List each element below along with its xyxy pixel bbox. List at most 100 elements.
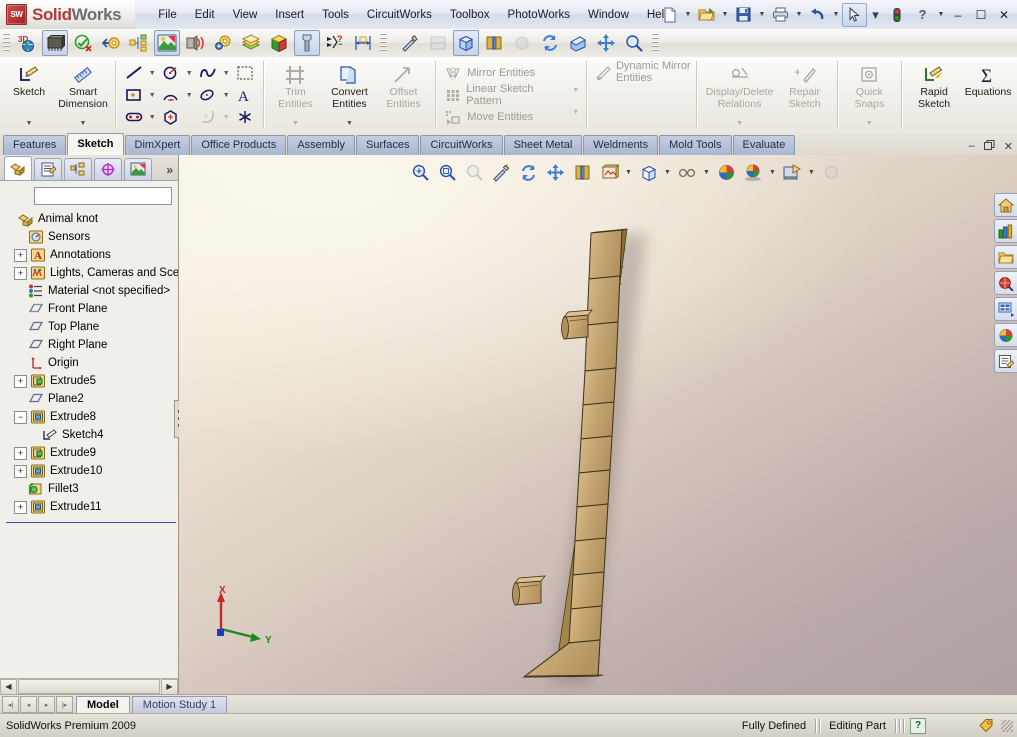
select-wand-icon[interactable] — [397, 30, 423, 56]
print-button[interactable] — [768, 3, 793, 27]
text-icon[interactable]: A — [232, 84, 258, 107]
toolbar-grip[interactable] — [3, 33, 10, 53]
file-explorer-button[interactable] — [993, 245, 1017, 269]
tree-item-animal-knot[interactable]: Animal knot — [4, 210, 178, 228]
expand-annotations-button[interactable]: + — [14, 248, 27, 262]
configuration-manager-tab[interactable] — [64, 158, 92, 180]
tab-features[interactable]: Features — [3, 135, 67, 155]
tree-item-top-plane[interactable]: Top Plane — [4, 318, 178, 336]
rotate-view-icon[interactable] — [537, 30, 563, 56]
smart-dimension-button[interactable]: Smart Dimension ▼ — [56, 57, 110, 133]
expand-extrude10-button[interactable]: + — [14, 464, 27, 478]
menu-toolbox[interactable]: Toolbox — [441, 5, 499, 25]
motion-gear-icon[interactable] — [210, 30, 236, 56]
animal-knot-model[interactable]: X Y — [179, 155, 1017, 694]
tree-item-extrude5[interactable]: + Extrude5 — [4, 372, 178, 390]
toolbar-grip-3[interactable] — [652, 33, 659, 53]
scroll-right-button[interactable]: ▶ — [161, 678, 178, 695]
smart-dimension-dropdown-icon[interactable]: ▼ — [80, 118, 87, 133]
undo-dropdown-icon[interactable]: ▼ — [831, 4, 841, 26]
search-button[interactable] — [993, 271, 1017, 295]
open-document-dropdown-icon[interactable]: ▼ — [720, 4, 730, 26]
previous-tab-button[interactable]: ◂ — [20, 696, 37, 713]
render-cube-icon[interactable] — [266, 30, 292, 56]
tab-assembly[interactable]: Assembly — [287, 135, 356, 155]
tree-item-right-plane[interactable]: Right Plane — [4, 336, 178, 354]
feature-tree-tab[interactable] — [4, 156, 32, 180]
save-button[interactable] — [731, 3, 756, 27]
document-restore-button[interactable] — [983, 140, 995, 153]
tab-evaluate[interactable]: Evaluate — [732, 135, 796, 155]
collapse-extrude8-button[interactable]: − — [14, 410, 27, 424]
rectangle-icon[interactable] — [121, 84, 147, 107]
offset-entities-button[interactable]: Offset Entities — [376, 57, 430, 133]
line-icon[interactable] — [121, 62, 147, 85]
menu-window[interactable]: Window — [579, 5, 638, 25]
display-delete-relations-dropdown-icon[interactable]: ▼ — [736, 118, 743, 133]
feature-manager-more-chevron[interactable]: » — [166, 163, 173, 180]
resize-grip[interactable] — [1001, 719, 1013, 732]
ellipse-dropdown-icon[interactable]: ▼ — [221, 85, 232, 106]
tab-circuitworks[interactable]: CircuitWorks — [420, 135, 503, 155]
spline-icon[interactable] — [195, 62, 221, 85]
menu-view[interactable]: View — [224, 5, 267, 25]
help-dropdown-icon[interactable]: ▼ — [936, 4, 946, 26]
polygon-icon[interactable] — [158, 106, 184, 129]
arc-dropdown-icon[interactable]: ▼ — [184, 85, 195, 106]
sketch-dropdown-icon[interactable]: ▼ — [26, 118, 33, 133]
equations-button[interactable]: Σ Equations — [961, 57, 1015, 133]
new-document-dropdown-icon[interactable]: ▼ — [683, 4, 693, 26]
tab-mold-tools[interactable]: Mold Tools — [659, 135, 732, 155]
pan-icon[interactable] — [593, 30, 619, 56]
tree-item-extrude11[interactable]: + Extrude11 — [4, 498, 178, 516]
spline-dropdown-icon[interactable]: ▼ — [221, 63, 232, 84]
appearances-scenes-button[interactable] — [993, 323, 1017, 347]
save-dropdown-icon[interactable]: ▼ — [757, 4, 767, 26]
repair-sketch-button[interactable]: + Repair Sketch — [778, 57, 832, 133]
linear-sketch-pattern-button[interactable]: Linear Sketch Pattern — [441, 83, 566, 107]
trim-entities-dropdown-icon[interactable]: ▼ — [292, 118, 299, 133]
layers-icon[interactable] — [238, 30, 264, 56]
shaded-part-icon[interactable] — [42, 30, 68, 56]
tree-item-origin[interactable]: Origin — [4, 354, 178, 372]
tab-model[interactable]: Model — [76, 696, 130, 713]
display-manager-tab[interactable] — [124, 158, 152, 180]
select-tool-dropdown-button[interactable]: ▾ — [868, 3, 883, 27]
assembly-tree-icon[interactable] — [126, 30, 152, 56]
sw-resources-button[interactable] — [993, 193, 1017, 217]
scroll-left-button[interactable]: ◀ — [0, 678, 17, 695]
toolbar-grip-2[interactable] — [380, 33, 387, 53]
design-library-button[interactable] — [993, 219, 1017, 243]
electrical-route-icon[interactable] — [98, 30, 124, 56]
tab-dimxpert[interactable]: DimXpert — [124, 135, 191, 155]
expand-lights-button[interactable]: + — [14, 266, 27, 280]
feature-tree-filter-input[interactable] — [34, 187, 172, 205]
perspective-icon[interactable] — [565, 30, 591, 56]
new-document-button[interactable] — [657, 3, 682, 27]
expand-extrude11-button[interactable]: + — [14, 500, 27, 514]
expand-extrude9-button[interactable]: + — [14, 446, 27, 460]
check-sketch-icon[interactable] — [70, 30, 96, 56]
point-icon[interactable] — [232, 106, 258, 129]
document-minimize-button[interactable]: – — [969, 140, 975, 153]
trim-entities-button[interactable]: Trim Entities ▼ — [268, 57, 322, 133]
tree-item-material[interactable]: Material <not specified> — [4, 282, 178, 300]
slot-icon[interactable] — [121, 106, 147, 129]
image-colors-icon[interactable] — [154, 30, 180, 56]
quick-snaps-dropdown-icon[interactable]: ▼ — [866, 118, 873, 133]
sketch-button[interactable]: Sketch ▼ — [2, 57, 56, 133]
last-tab-button[interactable]: |▸ — [56, 696, 73, 713]
menu-file[interactable]: File — [149, 5, 186, 25]
zoom-icon[interactable] — [621, 30, 647, 56]
simulation-icon[interactable] — [182, 30, 208, 56]
expand-extrude5-button[interactable]: + — [14, 374, 27, 388]
quick-snaps-button[interactable]: Quick Snaps ▼ — [842, 57, 896, 133]
arc-icon[interactable] — [158, 84, 184, 107]
next-tab-button[interactable]: ▸ — [38, 696, 55, 713]
slot-dropdown-icon[interactable]: ▼ — [147, 107, 158, 128]
3d-globe-icon[interactable]: 3D — [14, 30, 40, 56]
tab-sketch[interactable]: Sketch — [67, 133, 124, 155]
convert-entities-button[interactable]: Convert Entities ▼ — [322, 57, 376, 133]
convert-entities-dropdown-icon[interactable]: ▼ — [346, 118, 353, 133]
measure-icon[interactable] — [350, 30, 376, 56]
